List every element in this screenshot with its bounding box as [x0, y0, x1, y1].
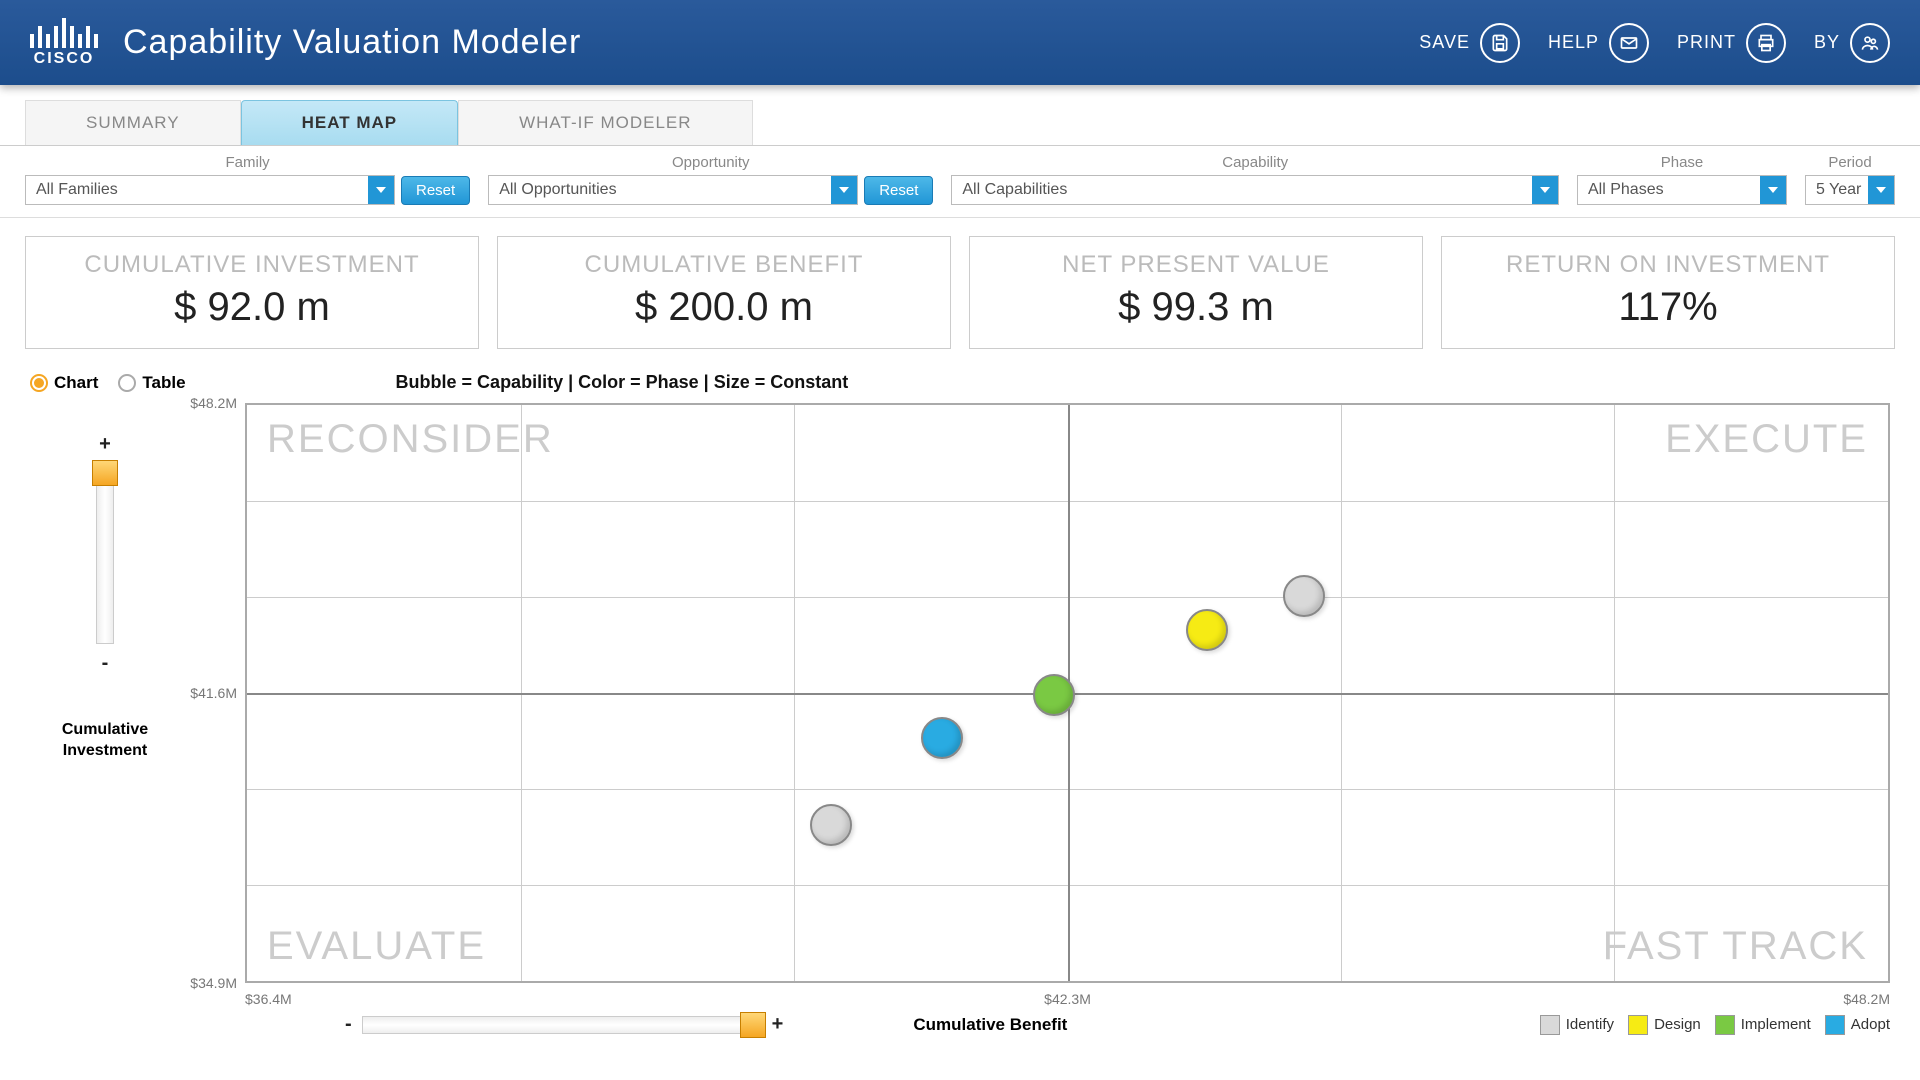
filter-capability-select[interactable]: All Capabilities [951, 175, 1559, 205]
bubble-point[interactable] [1283, 575, 1325, 617]
phase-legend: Identify Design Implement Adopt [1540, 1015, 1890, 1035]
view-toggle: Chart Table [30, 373, 186, 393]
help-button[interactable]: HELP [1548, 23, 1649, 63]
cisco-logo-bars [30, 18, 98, 48]
legend-adopt: Adopt [1825, 1015, 1890, 1035]
legend-design: Design [1628, 1015, 1701, 1035]
filter-family-label: Family [25, 154, 470, 171]
save-button[interactable]: SAVE [1419, 23, 1520, 63]
legend-implement: Implement [1715, 1015, 1811, 1035]
minus-icon: - [102, 652, 109, 675]
metric-npv: NET PRESENT VALUE $ 99.3 m [969, 236, 1423, 349]
bubble-point[interactable] [921, 717, 963, 759]
filter-capability-label: Capability [951, 154, 1559, 171]
y-zoom-slider[interactable]: + - [96, 433, 114, 675]
minus-icon: - [345, 1013, 352, 1036]
metric-roi: RETURN ON INVESTMENT 117% [1441, 236, 1895, 349]
save-label: SAVE [1419, 32, 1470, 53]
y-tick: $41.6M [190, 685, 237, 701]
x-axis-label: Cumulative Benefit [913, 1015, 1067, 1035]
brand-text: CISCO [34, 50, 95, 68]
chevron-down-icon [1760, 176, 1786, 204]
tab-heatmap[interactable]: HEAT MAP [241, 100, 459, 145]
chart-legend-hint: Bubble = Capability | Color = Phase | Si… [396, 372, 849, 393]
bubble-point[interactable] [810, 804, 852, 846]
metric-cumulative-benefit: CUMULATIVE BENEFIT $ 200.0 m [497, 236, 951, 349]
legend-identify: Identify [1540, 1015, 1614, 1035]
header-actions: SAVE HELP PRINT BY [1419, 23, 1890, 63]
print-icon [1746, 23, 1786, 63]
by-button[interactable]: BY [1814, 23, 1890, 63]
plus-icon: + [772, 1013, 784, 1036]
x-tick: $42.3M [1044, 991, 1091, 1007]
bubble-point[interactable] [1186, 609, 1228, 651]
users-icon [1850, 23, 1890, 63]
chart-controls: Chart Table Bubble = Capability | Color … [0, 367, 1920, 403]
chevron-down-icon [1868, 176, 1894, 204]
plus-icon: + [99, 433, 111, 456]
print-button[interactable]: PRINT [1677, 23, 1786, 63]
reset-opportunity-button[interactable]: Reset [864, 176, 933, 205]
x-tick: $36.4M [245, 991, 292, 1007]
save-icon [1480, 23, 1520, 63]
x-controls-row: - + Cumulative Benefit Identify Design I… [0, 1007, 1920, 1036]
bubble-plot[interactable]: RECONSIDER EXECUTE EVALUATE FAST TRACK [245, 403, 1890, 983]
chart-area: + - Cumulative Investment $48.2M $41.6M … [0, 403, 1920, 983]
reset-family-button[interactable]: Reset [401, 176, 470, 205]
slider-handle[interactable] [92, 460, 118, 486]
filter-phase-select[interactable]: All Phases [1577, 175, 1787, 205]
x-zoom-slider[interactable] [362, 1016, 762, 1034]
tabs: SUMMARY HEAT MAP WHAT-IF MODELER [0, 85, 1920, 146]
view-chart-radio[interactable]: Chart [30, 373, 98, 393]
radio-checked-icon [30, 374, 48, 392]
help-label: HELP [1548, 32, 1599, 53]
filter-period-select[interactable]: 5 Year [1805, 175, 1895, 205]
y-tick-column: $48.2M $41.6M $34.9M [180, 403, 245, 983]
quadrant-evaluate: EVALUATE [267, 924, 486, 969]
y-tick: $34.9M [190, 975, 237, 991]
y-axis-label: Cumulative Investment [30, 720, 180, 762]
chevron-down-icon [831, 176, 857, 204]
view-table-radio[interactable]: Table [118, 373, 185, 393]
filter-bar: Family All Families Reset Opportunity Al… [0, 146, 1920, 218]
slider-track[interactable] [96, 464, 114, 644]
slider-handle[interactable] [740, 1012, 766, 1038]
quadrant-execute: EXECUTE [1665, 417, 1868, 462]
y-axis-slider-column: + - Cumulative Investment [30, 403, 180, 983]
chevron-down-icon [1532, 176, 1558, 204]
by-label: BY [1814, 32, 1840, 53]
metrics-row: CUMULATIVE INVESTMENT $ 92.0 m CUMULATIV… [0, 218, 1920, 367]
quadrant-fasttrack: FAST TRACK [1603, 924, 1868, 969]
tab-summary[interactable]: SUMMARY [25, 100, 241, 145]
filter-opportunity-select[interactable]: All Opportunities [488, 175, 858, 205]
cisco-logo: CISCO [30, 18, 98, 68]
x-tick: $48.2M [1843, 991, 1890, 1007]
x-tick-row: $36.4M $42.3M $48.2M [0, 983, 1920, 1007]
bubble-point[interactable] [1033, 674, 1075, 716]
radio-unchecked-icon [118, 374, 136, 392]
print-label: PRINT [1677, 32, 1736, 53]
filter-family-select[interactable]: All Families [25, 175, 395, 205]
metric-cumulative-investment: CUMULATIVE INVESTMENT $ 92.0 m [25, 236, 479, 349]
quadrant-reconsider: RECONSIDER [267, 417, 554, 462]
filter-phase-label: Phase [1577, 154, 1787, 171]
filter-period-label: Period [1805, 154, 1895, 171]
mail-icon [1609, 23, 1649, 63]
y-tick: $48.2M [190, 395, 237, 411]
app-title: Capability Valuation Modeler [123, 23, 581, 62]
chevron-down-icon [368, 176, 394, 204]
tab-whatif[interactable]: WHAT-IF MODELER [458, 100, 752, 145]
filter-opportunity-label: Opportunity [488, 154, 933, 171]
app-header: CISCO Capability Valuation Modeler SAVE … [0, 0, 1920, 85]
